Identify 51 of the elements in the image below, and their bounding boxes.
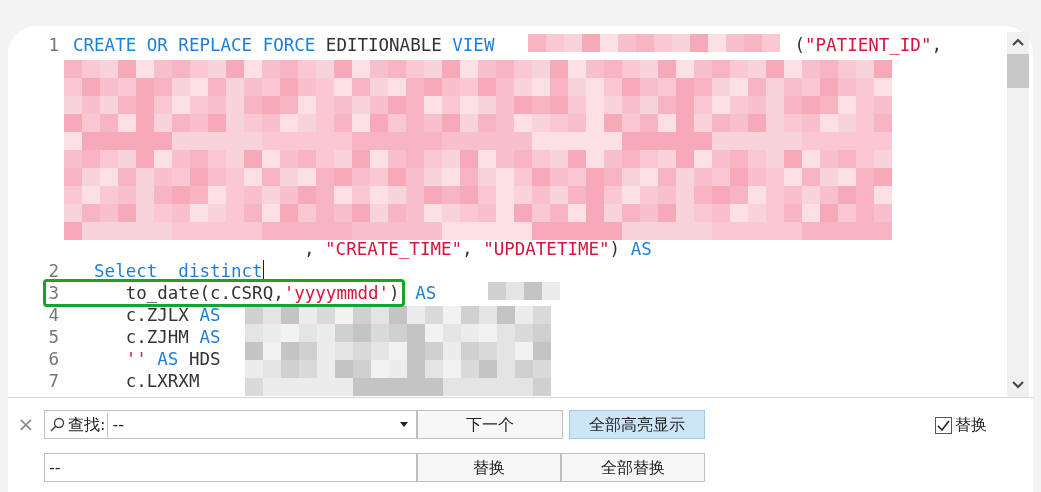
code-token: AS [199, 304, 221, 326]
code-token: AS [630, 238, 652, 260]
find-field[interactable]: 查找: -- [44, 410, 417, 439]
scroll-down-icon[interactable] [1012, 381, 1024, 389]
line-number: 5 [47, 326, 60, 348]
code-token: VIEW [452, 34, 495, 56]
replace-checkbox[interactable]: 替换 [935, 413, 987, 437]
next-button[interactable]: 下一个 [417, 410, 563, 439]
replace-all-button[interactable]: 全部替换 [561, 453, 705, 482]
code-token: AS [156, 348, 179, 370]
code-token: '' [124, 348, 147, 370]
line-number: 3 [47, 282, 60, 304]
code-token: AS [414, 282, 437, 304]
close-button[interactable]: × [8, 410, 44, 438]
code-token: c.LXRXM [124, 370, 200, 392]
code-token: EDITIONABLE [324, 34, 443, 56]
dropdown-icon[interactable] [400, 422, 408, 427]
scroll-thumb[interactable] [1007, 54, 1029, 88]
line-number: 6 [47, 348, 60, 370]
code-token: ) [609, 238, 622, 260]
find-value: -- [112, 413, 125, 436]
highlight-all-button[interactable]: 全部高亮显示 [569, 410, 705, 439]
code-token: "CREATE_TIME" [325, 238, 463, 260]
search-icon [49, 416, 65, 433]
code-token: ( [794, 34, 805, 56]
replace-button[interactable]: 替换 [417, 453, 561, 482]
line-number: 2 [47, 260, 60, 282]
code-token: Select distinct [93, 260, 263, 282]
mosaic-drawing [488, 282, 560, 300]
code-token: HDS [187, 348, 221, 370]
code-token: ) [389, 283, 400, 303]
code-token: AS [199, 326, 221, 348]
code-token: , [462, 238, 474, 260]
code-token: "PATIENT_ID" [805, 34, 932, 56]
code-token: c.ZJHM [124, 326, 190, 348]
scrollbar[interactable] [1007, 32, 1029, 397]
replace-field[interactable]: -- [44, 453, 417, 482]
check-icon [937, 419, 950, 431]
find-label: 查找: [68, 412, 109, 437]
code-token: , [304, 238, 316, 260]
checkbox[interactable] [935, 416, 952, 434]
code-token: c.ZJLX [124, 304, 190, 326]
line-number: 1 [47, 34, 60, 56]
line-number: 7 [47, 370, 60, 392]
code-token: "UPDATETIME" [483, 238, 610, 260]
code-token: CREATE OR REPLACE FORCE [73, 34, 316, 56]
line-number: 4 [47, 304, 60, 326]
code-token: to_date(c.CSRQ, [124, 283, 284, 303]
code-token: , [931, 34, 942, 56]
scroll-up-icon[interactable] [1012, 38, 1024, 46]
code-token: 'yyyymmdd' [283, 283, 390, 303]
